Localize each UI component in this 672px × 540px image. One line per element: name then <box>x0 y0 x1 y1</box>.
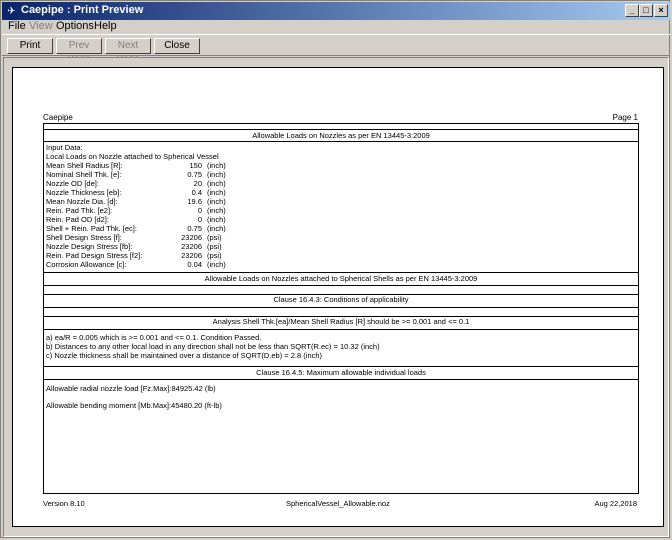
input-value: 0.75 <box>187 170 202 179</box>
input-value: 0.75 <box>187 224 202 233</box>
print-page: Caepipe Page 1 Allowable Loads on Nozzle… <box>12 67 664 527</box>
input-unit: (psi) <box>207 251 222 260</box>
close-window-button[interactable]: × <box>654 4 668 17</box>
menu-help[interactable]: Help <box>94 20 117 32</box>
input-unit: (inch) <box>207 188 226 197</box>
preview-area: Caepipe Page 1 Allowable Loads on Nozzle… <box>3 57 669 537</box>
footer-date: Aug 22,2018 <box>594 499 637 508</box>
input-label: Mean Nozzle Dia. [d]: <box>46 197 118 206</box>
toolbar: Print Prev Page Next Page Close <box>2 34 670 65</box>
input-label: Shell + Rein. Pad Thk. [ec]: <box>46 224 137 233</box>
window-title: Caepipe : Print Preview <box>21 4 144 16</box>
page-header-right: Page 1 <box>612 113 638 122</box>
maximize-button[interactable]: □ <box>639 4 653 17</box>
input-data-title: Input Data: <box>46 143 83 152</box>
input-value: 0 <box>197 206 202 215</box>
input-unit: (inch) <box>207 224 226 233</box>
prev-page-button[interactable]: Prev Page <box>56 38 102 65</box>
input-unit: (psi) <box>207 242 222 251</box>
input-value: 150 <box>189 161 202 170</box>
close-preview-button[interactable]: Close <box>154 38 200 54</box>
input-label: Nozzle Design Stress [fb]: <box>46 242 133 251</box>
condition-line: c) Nozzle thickness shall be maintained … <box>46 351 323 360</box>
input-unit: (inch) <box>207 170 226 179</box>
footer-version: Version 8.10 <box>43 499 85 508</box>
input-value: 0.4 <box>191 188 202 197</box>
footer-filename: SphericalVessel_Allowable.noz <box>286 499 390 508</box>
menu-options[interactable]: Options <box>56 20 94 32</box>
clause-1645-title: Clause 16.4.5: Maximum allowable individ… <box>44 366 638 380</box>
input-label: Nozzle Thickness [eb]: <box>46 188 122 197</box>
condition-line: a) ea/R = 0.005 which is >= 0.001 and <=… <box>46 333 262 342</box>
report-frame: Allowable Loads on Nozzles as per EN 134… <box>43 123 639 494</box>
input-label: Nominal Shell Thk. [e]: <box>46 170 122 179</box>
input-data-subtitle: Local Loads on Nozzle attached to Spheri… <box>46 152 219 161</box>
input-value: 0.04 <box>187 260 202 269</box>
print-button[interactable]: Print <box>7 38 53 54</box>
input-label: Nozzle OD [de]: <box>46 179 99 188</box>
input-label: Rein. Pad OD [d2]: <box>46 215 109 224</box>
section2-title: Allowable Loads on Nozzles attached to S… <box>44 272 638 286</box>
input-unit: (inch) <box>207 197 226 206</box>
input-unit: (inch) <box>207 215 226 224</box>
clause-1643-title: Clause 16.4.3: Conditions of applicabili… <box>44 294 638 308</box>
app-icon: ✈ <box>7 5 16 17</box>
condition-line: b) Distances to any other local load in … <box>46 342 380 351</box>
analysis-title: Analysis Shell Thk.[ea]/Mean Shell Radiu… <box>44 316 638 330</box>
input-unit: (inch) <box>207 206 226 215</box>
menu-bar: File View Options Help <box>2 20 670 34</box>
input-unit: (inch) <box>207 161 226 170</box>
input-label: Shell Design Stress [f]: <box>46 233 122 242</box>
menu-view[interactable]: View <box>29 20 53 32</box>
input-label: Mean Shell Radius [R]: <box>46 161 123 170</box>
input-unit: (inch) <box>207 179 226 188</box>
input-value: 23206 <box>181 251 202 260</box>
input-label: Rein. Pad Thk. [e2]: <box>46 206 113 215</box>
input-unit: (psi) <box>207 233 222 242</box>
input-value: 23206 <box>181 233 202 242</box>
result-line: Allowable radial nozzle load [Fz.Max]:84… <box>46 384 216 393</box>
input-label: Corrosion Allowance [c]: <box>46 260 127 269</box>
input-value: 20 <box>193 179 202 188</box>
result-line: Allowable bending moment [Mb.Max]:45480.… <box>46 401 222 410</box>
input-value: 0 <box>197 215 202 224</box>
print-preview-window: ✈ Caepipe : Print Preview _ □ × File Vie… <box>0 0 670 538</box>
next-page-button[interactable]: Next Page <box>105 38 151 65</box>
menu-file[interactable]: File <box>8 20 26 32</box>
input-unit: (inch) <box>207 260 226 269</box>
input-label: Rein. Pad Design Stress [f2]: <box>46 251 143 260</box>
title-bar[interactable]: ✈ Caepipe : Print Preview _ □ × <box>2 2 670 20</box>
input-value: 23206 <box>181 242 202 251</box>
minimize-button[interactable]: _ <box>625 4 639 17</box>
section-title: Allowable Loads on Nozzles as per EN 134… <box>44 129 638 142</box>
page-header-left: Caepipe <box>43 113 73 122</box>
input-value: 19.6 <box>187 197 202 206</box>
